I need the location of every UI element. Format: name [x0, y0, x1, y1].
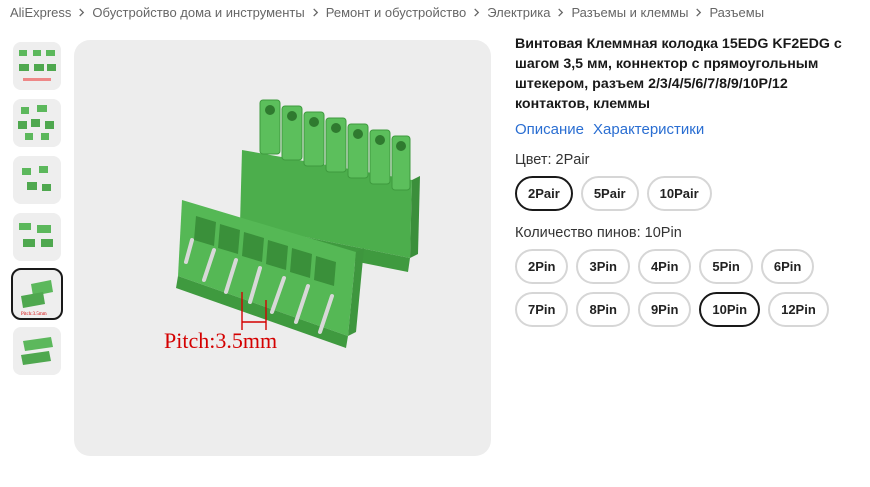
pin-option-9pin[interactable]: 9Pin [637, 292, 692, 327]
pin-option-8pin[interactable]: 8Pin [576, 292, 630, 327]
breadcrumb-item-connectors[interactable]: Разъемы [709, 5, 764, 20]
pin-option-2pin[interactable]: 2Pin [515, 249, 569, 284]
thumbnail-1[interactable] [13, 42, 61, 90]
specifications-link[interactable]: Характеристики [593, 121, 704, 138]
main-product-image[interactable]: Pitch:3.5mm [74, 40, 491, 456]
thumbnail-5[interactable]: Pitch:3.5mm [11, 268, 63, 320]
color-label: Цвет: 2Pair [515, 152, 590, 168]
pitch-caption: Pitch:3.5mm [164, 328, 277, 353]
chevron-right-icon [694, 7, 703, 17]
breadcrumb-item-home[interactable]: Обустройство дома и инструменты [92, 5, 304, 20]
breadcrumb-item-electrical[interactable]: Электрика [487, 5, 550, 20]
pin-count-options: 2Pin 3Pin 4Pin 5Pin 6Pin 7Pin 8Pin 9Pin … [515, 249, 860, 327]
pin-option-4pin[interactable]: 4Pin [637, 249, 692, 284]
breadcrumb-item-connectors-terminals[interactable]: Разъемы и клеммы [571, 5, 688, 20]
color-options: 2Pair 5Pair 10Pair [515, 176, 860, 211]
breadcrumb-item-repair[interactable]: Ремонт и обустройство [326, 5, 466, 20]
pin-option-7pin[interactable]: 7Pin [515, 292, 569, 327]
product-title: Винтовая Клеммная колодка 15EDG KF2EDG с… [515, 36, 842, 112]
pin-option-12pin[interactable]: 12Pin [768, 292, 829, 327]
thumbnail-4[interactable] [13, 213, 61, 261]
color-option-10pair[interactable]: 10Pair [646, 176, 712, 211]
thumbnail-2[interactable] [13, 99, 61, 147]
breadcrumb-item-aliexpress[interactable]: AliExpress [10, 5, 71, 20]
color-option-5pair[interactable]: 5Pair [580, 176, 639, 211]
breadcrumb: AliExpress Обустройство дома и инструмен… [10, 4, 764, 20]
pin-option-6pin[interactable]: 6Pin [760, 249, 815, 284]
pin-option-3pin[interactable]: 3Pin [576, 249, 630, 284]
color-option-2pair[interactable]: 2Pair [515, 176, 573, 211]
thumbnail-6[interactable] [13, 327, 61, 375]
pin-count-label: Количество пинов: 10Pin [515, 225, 682, 241]
chevron-right-icon [556, 7, 565, 17]
chevron-right-icon [311, 7, 320, 17]
svg-text:Pitch:3.5mm: Pitch:3.5mm [21, 312, 47, 317]
chevron-right-icon [77, 7, 86, 17]
product-info-panel: Винтовая Клеммная колодка 15EDG KF2EDG с… [515, 34, 860, 327]
description-link[interactable]: Описание [515, 121, 584, 138]
pin-option-5pin[interactable]: 5Pin [699, 249, 753, 284]
pin-option-10pin[interactable]: 10Pin [699, 292, 761, 327]
chevron-right-icon [472, 7, 481, 17]
thumbnail-3[interactable] [13, 156, 61, 204]
product-section-links: Описание Характеристики [515, 121, 860, 138]
